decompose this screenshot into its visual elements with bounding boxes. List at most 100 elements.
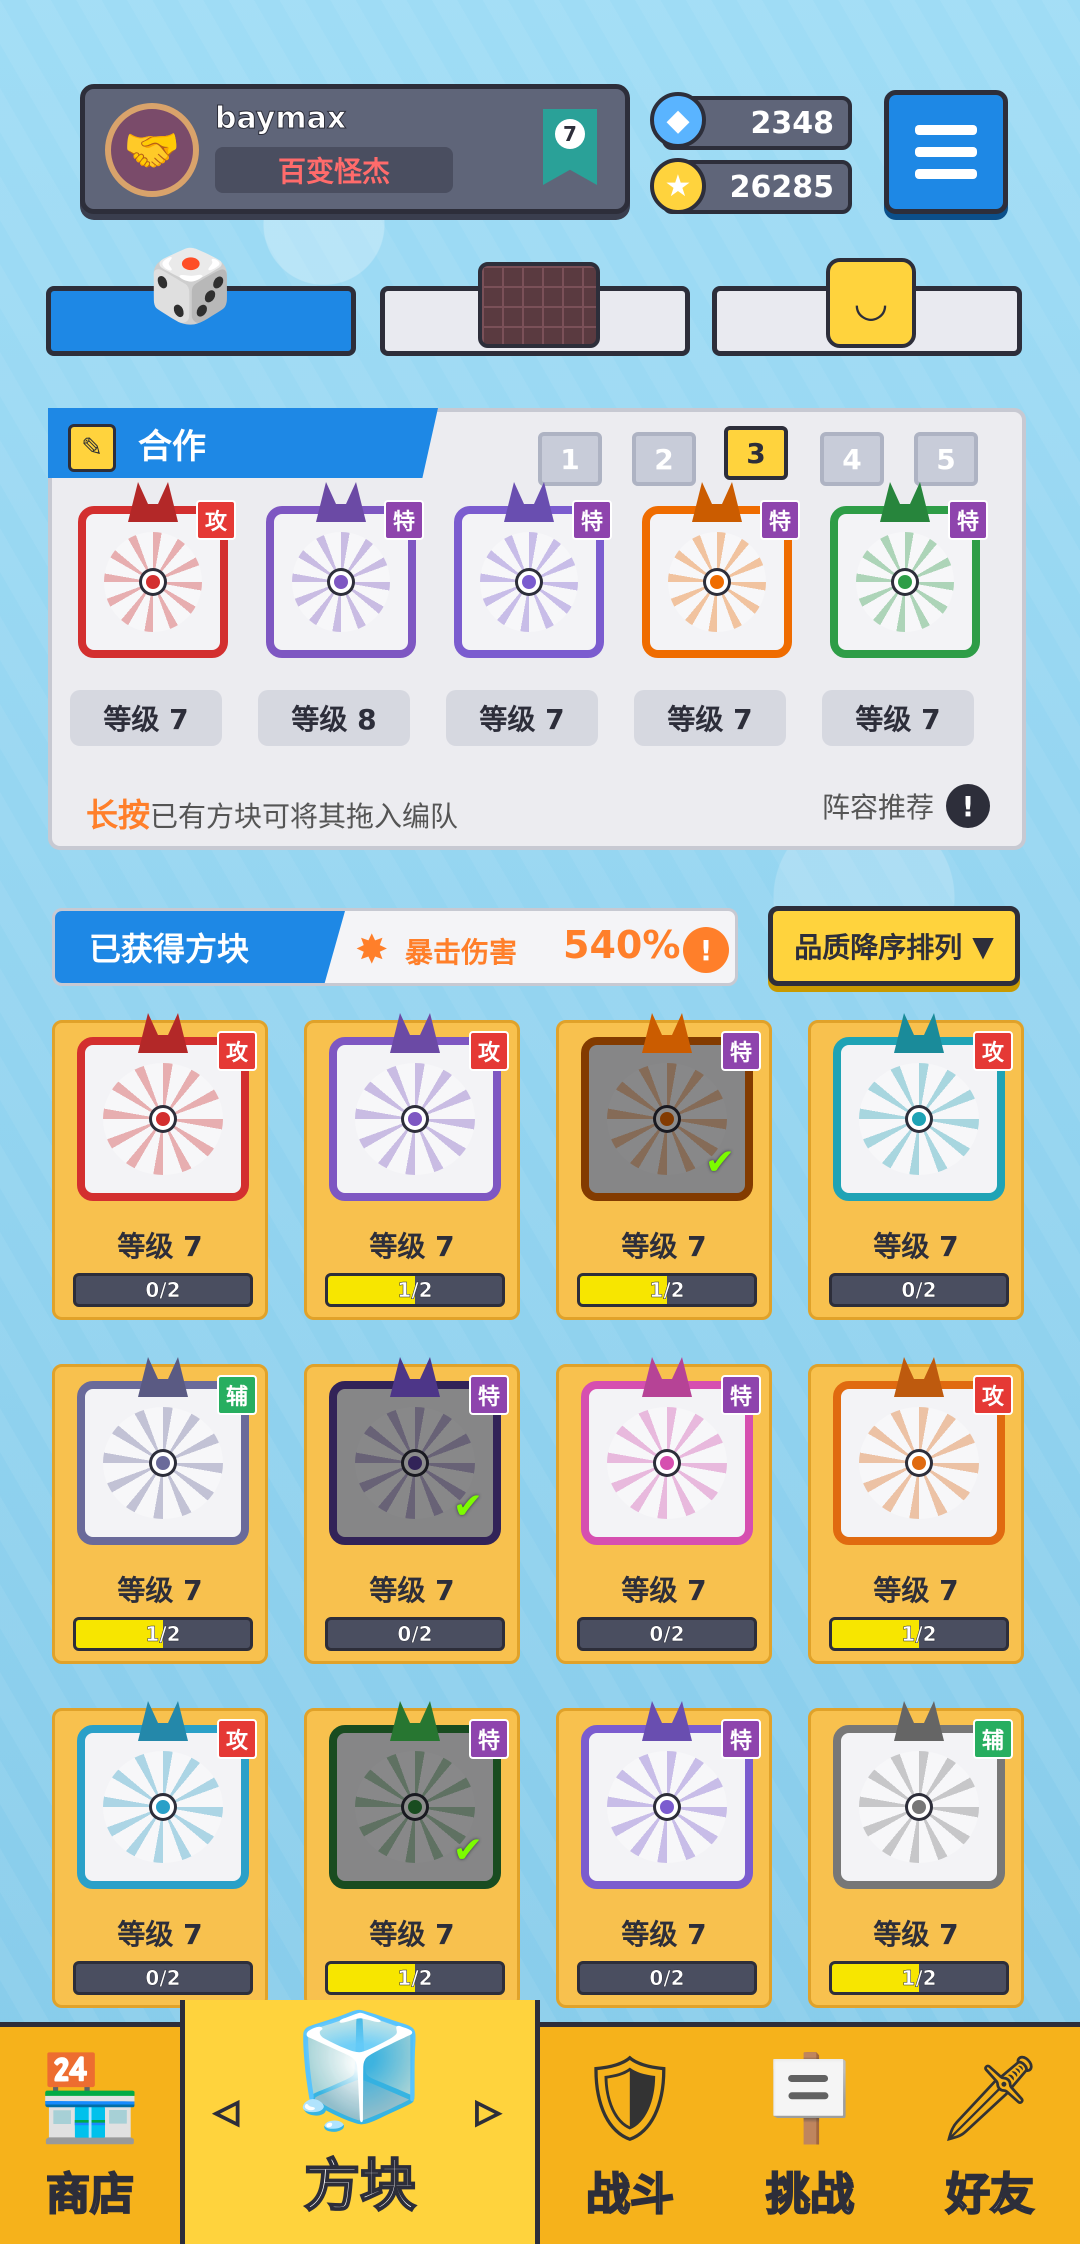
block-icon[interactable]: 特 [581, 1701, 761, 1889]
nav-label: 战斗 [585, 2168, 675, 2221]
dragon-frame-icon [692, 482, 742, 522]
block-type-tag: 辅 [217, 1375, 257, 1415]
player-title: 百变怪杰 [215, 147, 453, 193]
team-page-5[interactable]: 5 [914, 432, 978, 486]
collection-card[interactable]: 特 ✔ 等级 7 1/2 [304, 1701, 520, 2008]
nav-label: 商店 [45, 2168, 135, 2221]
block-core-icon [706, 571, 728, 593]
sort-dropdown[interactable]: 品质降序排列 ▼ [768, 906, 1020, 986]
upgrade-progress-bar: 1/2 [577, 1273, 757, 1307]
card-level: 等级 7 [873, 1918, 959, 1951]
upgrade-progress-bar: 0/2 [73, 1961, 253, 1995]
collection-card[interactable]: 特 ✔ 等级 7 0/2 [304, 1357, 520, 1664]
nav-shop[interactable]: 🏪 商店 [0, 2022, 180, 2244]
team-page-4[interactable]: 4 [820, 432, 884, 486]
dragon-frame-icon [128, 482, 178, 522]
card-level: 等级 7 [117, 1918, 203, 1951]
sort-label: 品质降序排列 [794, 931, 963, 964]
team-slot-level: 等级 7 [70, 690, 222, 746]
handshake-icon: 🤝 [105, 103, 199, 197]
block-core-icon [908, 1796, 930, 1818]
block-type-tag: 特 [721, 1375, 761, 1415]
crit-info-icon[interactable]: ! [683, 927, 729, 973]
nav-battle[interactable]: 🛡 战斗 [540, 2022, 720, 2244]
block-type-tag: 特 [384, 500, 424, 540]
drag-hint: 长按已有方块可将其拖入编队 [86, 790, 458, 836]
menu-bar [915, 147, 977, 157]
block-type-tag: 特 [760, 500, 800, 540]
collection-card[interactable]: 攻等级 7 1/2 [808, 1357, 1024, 1664]
block-type-tag: 特 [572, 500, 612, 540]
block-core-icon [152, 1452, 174, 1474]
collection-card[interactable]: 辅等级 7 1/2 [52, 1357, 268, 1664]
team-slot-1[interactable]: 攻 [78, 482, 236, 658]
collection-card[interactable]: 攻等级 7 0/2 [52, 1701, 268, 2008]
team-slot-level: 等级 7 [634, 690, 786, 746]
team-page-2[interactable]: 2 [632, 432, 696, 486]
collection-card[interactable]: 特等级 7 0/2 [556, 1357, 772, 1664]
block-icon[interactable]: 特 [581, 1357, 761, 1545]
nav-label: 好友 [945, 2168, 1035, 2221]
nav-challenge[interactable]: 🪧 挑战 [720, 2022, 900, 2244]
upgrade-progress-bar: 0/2 [829, 1273, 1009, 1307]
grid-board-icon [478, 262, 600, 348]
block-type-tag: 攻 [217, 1031, 257, 1071]
dice-icon: 🎲 [147, 244, 235, 327]
block-icon[interactable]: 攻 [833, 1357, 1013, 1545]
progress-text: 1/2 [649, 1278, 685, 1303]
collection-card[interactable]: 特 ✔ 等级 7 1/2 [556, 1013, 772, 1320]
collection-card[interactable]: 攻等级 7 0/2 [808, 1013, 1024, 1320]
lineup-recommend-button[interactable]: 阵容推荐! [822, 784, 990, 828]
mystery-cube-icon: 🧊 [291, 2006, 429, 2134]
check-icon: ✔ [452, 1486, 483, 1527]
card-level: 等级 7 [621, 1230, 707, 1263]
check-icon: ✔ [704, 1142, 735, 1183]
collection-card[interactable]: 特等级 7 0/2 [556, 1701, 772, 2008]
block-type-tag: 特 [948, 500, 988, 540]
nav-label: 方块 [303, 2153, 417, 2220]
nav-friends[interactable]: 🗡 好友 [900, 2022, 1080, 2244]
block-core-icon [404, 1108, 426, 1130]
block-icon[interactable]: 辅 [77, 1357, 257, 1545]
progress-text: 1/2 [145, 1622, 181, 1647]
username: baymax [214, 101, 347, 137]
team-slot-4[interactable]: 特 [642, 482, 800, 658]
team-slot-2[interactable]: 特 [266, 482, 424, 658]
block-icon[interactable]: 攻 [77, 1701, 257, 1889]
card-level: 等级 7 [117, 1574, 203, 1607]
collection-card[interactable]: 攻等级 7 0/2 [52, 1013, 268, 1320]
progress-text: 1/2 [901, 1622, 937, 1647]
team-page-1[interactable]: 1 [538, 432, 602, 486]
card-art-holder: 辅 [833, 1701, 1013, 1889]
block-icon[interactable]: 辅 [833, 1701, 1013, 1889]
card-level: 等级 7 [369, 1574, 455, 1607]
block-type-tag: 特 [469, 1719, 509, 1759]
coins-value: 26285 [729, 169, 834, 205]
collection-card[interactable]: 辅等级 7 1/2 [808, 1701, 1024, 2008]
upgrade-progress-bar: 1/2 [829, 1961, 1009, 1995]
nav-prev-arrow-icon[interactable]: ◁ [213, 2091, 240, 2131]
chevron-down-icon: ▼ [972, 929, 994, 963]
collection-card[interactable]: 攻等级 7 1/2 [304, 1013, 520, 1320]
team-slot-5[interactable]: 特 [830, 482, 988, 658]
collection-title: 已获得方块 [55, 911, 345, 983]
team-slot-level: 等级 7 [446, 690, 598, 746]
team-page-3[interactable]: 3 [724, 426, 788, 480]
nav-next-arrow-icon[interactable]: ▷ [475, 2091, 502, 2131]
block-core-icon [404, 1452, 426, 1474]
collection-header: 已获得方块 ✸ 暴击伤害 540% ! [52, 908, 738, 986]
card-art-holder: 攻 [329, 1013, 509, 1201]
block-icon[interactable]: 攻 [77, 1013, 257, 1201]
shop-icon: 🏪 [37, 2048, 143, 2147]
block-icon[interactable]: 攻 [329, 1013, 509, 1201]
menu-button[interactable] [884, 90, 1008, 214]
profile-card[interactable]: 🤝 baymax 百变怪杰 7 [80, 84, 630, 214]
team-slot-3[interactable]: 特 [454, 482, 612, 658]
block-core-icon [656, 1108, 678, 1130]
menu-bar [915, 125, 977, 135]
block-type-tag: 特 [469, 1375, 509, 1415]
upgrade-progress-bar: 1/2 [73, 1617, 253, 1651]
coin-icon: ★ [650, 158, 706, 214]
pencil-icon[interactable]: ✎ [68, 424, 116, 472]
block-icon[interactable]: 攻 [833, 1013, 1013, 1201]
